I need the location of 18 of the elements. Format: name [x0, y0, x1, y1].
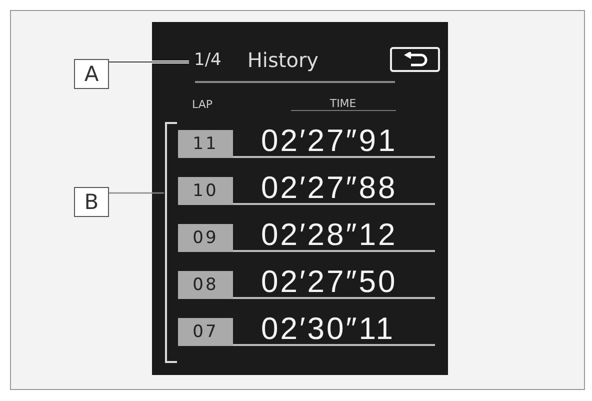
page-indicator: 1/4 — [194, 50, 222, 70]
callout-label: A — [74, 59, 109, 89]
lap-time[interactable]: 02′27″88 — [233, 173, 435, 205]
leader-line — [109, 192, 164, 194]
screen-title: History — [247, 48, 319, 72]
lap-time[interactable]: 02′28″12 — [233, 220, 435, 252]
lap-number[interactable]: 08 — [178, 271, 233, 299]
lap-number[interactable]: 11 — [178, 130, 233, 158]
column-header: LAP — [192, 98, 213, 111]
lap-time[interactable]: 02′27″50 — [233, 267, 435, 299]
lap-number[interactable]: 09 — [178, 224, 233, 252]
back-button[interactable] — [390, 47, 440, 72]
lap-time[interactable]: 02′30″11 — [233, 314, 435, 346]
lap-number[interactable]: 07 — [178, 318, 233, 346]
lap-number[interactable]: 10 — [178, 177, 233, 205]
column-header: TIME — [290, 97, 396, 111]
callout-label: B — [74, 187, 109, 217]
lap-time[interactable]: 02′27″91 — [233, 126, 435, 158]
